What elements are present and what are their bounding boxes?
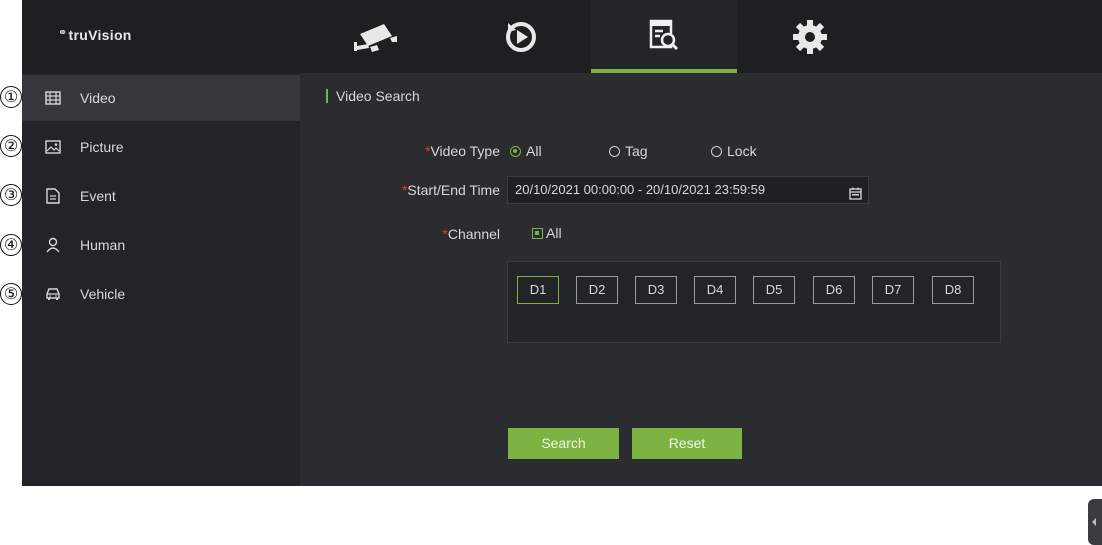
car-icon — [44, 285, 62, 303]
tab-search[interactable] — [591, 0, 737, 73]
sidebar-item-label: Vehicle — [80, 286, 126, 302]
gear-icon — [793, 19, 827, 54]
sidebar-item-label: Video — [80, 90, 116, 106]
channel-button-d3[interactable]: D3 — [635, 276, 677, 304]
tab-playback[interactable] — [448, 0, 594, 73]
sidebar: Video Picture Event Human Vehicle — [22, 73, 300, 486]
channel-button-d1[interactable]: D1 — [517, 276, 559, 304]
start-end-time-label: *Start/End Time — [401, 182, 500, 198]
sidebar-item-video[interactable]: Video — [22, 75, 300, 121]
logo-text: truVision — [68, 27, 132, 43]
channel-all-checkbox[interactable]: All — [532, 225, 562, 241]
sidebar-item-vehicle[interactable]: Vehicle — [22, 271, 300, 317]
radio-dot — [711, 145, 722, 157]
callout-4: ④ — [0, 234, 22, 256]
checkbox-box — [532, 227, 543, 239]
callout-5: ⑤ — [0, 283, 22, 305]
sidebar-item-event[interactable]: Event — [22, 173, 300, 219]
channel-selector: D1 D2 D3 D4 D5 D6 D7 D8 — [507, 261, 1001, 343]
callout-1: ① — [0, 86, 22, 108]
sidebar-item-label: Event — [80, 188, 116, 204]
app-window: ⚭truVision Video Picture Event Human Veh… — [22, 0, 1102, 545]
callout-3: ③ — [0, 184, 22, 206]
channel-button-d2[interactable]: D2 — [576, 276, 618, 304]
radio-video-type-lock[interactable]: Lock — [711, 143, 757, 159]
person-icon — [44, 236, 62, 254]
search-icon — [649, 19, 679, 50]
sidebar-item-label: Picture — [80, 139, 124, 155]
callout-2: ② — [0, 135, 22, 157]
channel-button-d5[interactable]: D5 — [753, 276, 795, 304]
radio-dot — [609, 145, 620, 157]
radio-video-type-all[interactable]: All — [510, 143, 542, 159]
date-range-value: 20/10/2021 00:00:00 - 20/10/2021 23:59:5… — [515, 182, 766, 197]
video-type-label: *Video Type — [425, 143, 500, 159]
channel-button-d6[interactable]: D6 — [813, 276, 855, 304]
channel-label: *Channel — [442, 226, 500, 242]
collapse-handle[interactable] — [1088, 499, 1102, 545]
channel-button-d4[interactable]: D4 — [694, 276, 736, 304]
reset-button[interactable]: Reset — [632, 428, 742, 459]
channel-button-d7[interactable]: D7 — [872, 276, 914, 304]
sidebar-item-label: Human — [80, 237, 126, 253]
sidebar-item-picture[interactable]: Picture — [22, 124, 300, 170]
search-button[interactable]: Search — [508, 428, 619, 459]
main-panel: Video Search *Video Type All Tag Lock *S… — [300, 73, 1102, 545]
radio-dot — [510, 145, 521, 157]
date-range-field[interactable]: 20/10/2021 00:00:00 - 20/10/2021 23:59:5… — [507, 176, 869, 204]
camera-icon — [354, 23, 397, 52]
document-icon — [44, 187, 62, 205]
logo: ⚭truVision — [58, 26, 132, 43]
calendar-icon[interactable] — [849, 183, 862, 209]
film-icon — [44, 89, 62, 107]
radio-video-type-tag[interactable]: Tag — [609, 143, 648, 159]
channel-button-d8[interactable]: D8 — [932, 276, 974, 304]
image-icon — [44, 138, 62, 156]
top-navigation-bar: ⚭truVision — [22, 0, 1102, 73]
logo-mark-icon: ⚭ — [58, 27, 68, 39]
sidebar-item-human[interactable]: Human — [22, 222, 300, 268]
playback-icon — [506, 21, 536, 52]
section-title: Video Search — [326, 89, 420, 103]
tab-settings[interactable] — [737, 0, 883, 73]
tab-live-view[interactable] — [302, 0, 448, 73]
